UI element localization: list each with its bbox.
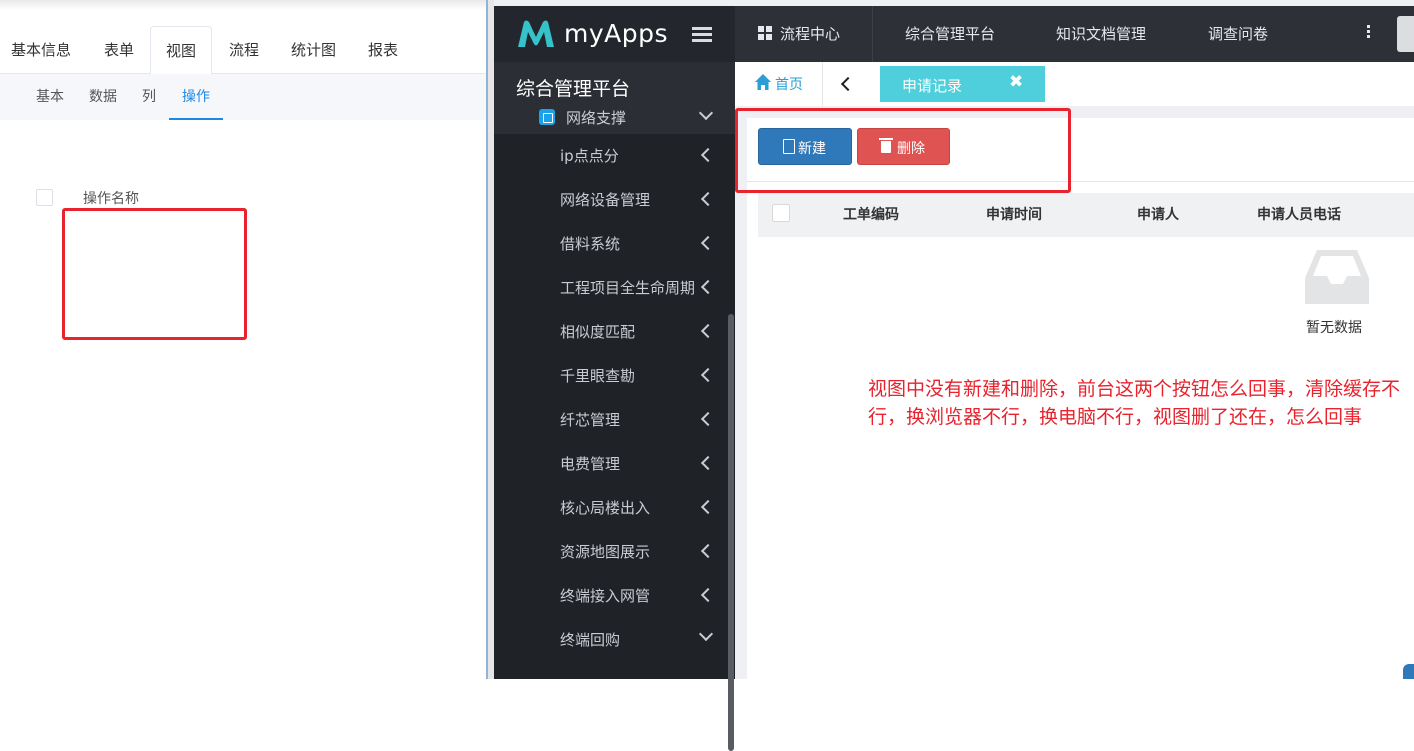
- highlight-action-buttons: [735, 108, 1071, 193]
- column-header-order-code[interactable]: 工单编码: [843, 204, 899, 224]
- chevron-down-icon: [698, 626, 714, 642]
- table-header: 工单编码 申请时间 申请人 申请人员电话: [758, 193, 1414, 237]
- chevron-left-icon: [700, 543, 716, 559]
- sidebar-item-label: ip点点分: [560, 147, 619, 165]
- home-icon: [755, 74, 771, 90]
- sidebar-item-label: 资源地图展示: [560, 543, 651, 561]
- annotation-note: 视图中没有新建和删除，前台这两个按钮怎么回事，清除缓存不行，换浏览器不行，换电脑…: [868, 378, 1401, 428]
- tab-form[interactable]: 表单: [104, 26, 134, 74]
- chevron-left-icon: [700, 191, 716, 207]
- sidebar-group-label: 网络支撑: [566, 109, 627, 127]
- sidebar-item-label: 电费管理: [560, 455, 621, 473]
- sidebar-item-label: 终端回购: [560, 631, 621, 649]
- sidebar-item-label: 纤芯管理: [560, 411, 621, 429]
- sidebar-item[interactable]: ip点点分: [494, 134, 728, 178]
- page-tab-bar: 首页 申请记录 ✖: [735, 62, 1414, 106]
- view-designer-panel: 基本信息 表单 视图 流程 统计图 报表 基本 数据 列 操作 操作名称: [0, 0, 486, 679]
- grid-icon: [758, 26, 772, 40]
- sidebar-item[interactable]: 资源地图展示: [494, 530, 728, 574]
- empty-state-text: 暂无数据: [1306, 320, 1362, 336]
- tab-statistics-chart[interactable]: 统计图: [291, 26, 336, 74]
- tab-scroll-left-button[interactable]: [823, 62, 873, 106]
- view-subtabs: 基本 数据 列 操作: [0, 74, 486, 120]
- select-all-checkbox[interactable]: [36, 189, 53, 206]
- chevron-left-icon: [700, 455, 716, 471]
- nav-label: 流程中心: [780, 25, 841, 43]
- sidebar-item[interactable]: 电费管理: [494, 442, 728, 486]
- home-label: 首页: [775, 77, 803, 93]
- sidebar-item[interactable]: 终端接入网管: [494, 574, 728, 618]
- sidebar-item-label: 网络设备管理: [560, 191, 651, 209]
- menu-toggle-icon[interactable]: [692, 27, 712, 43]
- subtab-data[interactable]: 数据: [89, 74, 117, 120]
- column-header-apply-time[interactable]: 申请时间: [986, 204, 1042, 224]
- window-divider: [486, 0, 494, 679]
- sidebar-item[interactable]: 核心局楼出入: [494, 486, 728, 530]
- tab-view[interactable]: 视图: [150, 26, 213, 75]
- column-header-applicant-phone[interactable]: 申请人员电话: [1257, 204, 1341, 224]
- sidebar-item-label: 工程项目全生命周期: [560, 279, 696, 297]
- sidebar-item-label: 核心局楼出入: [560, 499, 651, 517]
- subtab-operations[interactable]: 操作: [169, 74, 223, 120]
- chevron-down-icon: [698, 105, 714, 121]
- app-name: myApps: [564, 19, 669, 48]
- more-menu-icon[interactable]: [1367, 25, 1371, 40]
- tab-label: 申请记录: [902, 77, 963, 95]
- chevron-left-icon: [700, 323, 716, 339]
- sidebar-item[interactable]: 终端回购: [494, 618, 728, 662]
- nav-knowledge-docs[interactable]: 知识文档管理: [1056, 6, 1146, 62]
- sidebar-item[interactable]: 工程项目全生命周期: [494, 266, 728, 310]
- tab-flow[interactable]: 流程: [229, 26, 259, 74]
- sidebar-title: 综合管理平台: [516, 78, 631, 100]
- tab-basic-info[interactable]: 基本信息: [11, 26, 71, 74]
- subtab-columns[interactable]: 列: [142, 74, 156, 120]
- nav-survey[interactable]: 调查问卷: [1208, 6, 1268, 62]
- sidebar-item-label: 终端接入网管: [560, 587, 651, 605]
- chevron-left-icon: [700, 235, 716, 251]
- chevron-left-icon: [700, 411, 716, 427]
- column-header-applicant[interactable]: 申请人: [1137, 204, 1179, 224]
- chevron-left-icon: [700, 279, 716, 295]
- sidebar-item-label: 借料系统: [560, 235, 621, 253]
- cube-icon: [539, 109, 555, 125]
- close-icon[interactable]: ✖: [1009, 72, 1023, 92]
- designer-tabs: 基本信息 表单 视图 流程 统计图 报表: [0, 26, 486, 75]
- tab-report[interactable]: 报表: [368, 26, 398, 74]
- myapps-window: myApps 流程中心 综合管理平台 知识文档管理 调查问卷 综合管理平台 网络…: [494, 0, 1414, 751]
- window-edge-button[interactable]: [1397, 16, 1414, 52]
- corner-widget[interactable]: [1403, 664, 1414, 679]
- operation-name-header: 操作名称: [83, 191, 139, 207]
- nav-process-center[interactable]: 流程中心: [758, 6, 873, 62]
- chevron-left-icon: [700, 587, 716, 603]
- sidebar-item-label: 相似度匹配: [560, 323, 636, 341]
- chevron-left-icon: [700, 147, 716, 163]
- sidebar-item[interactable]: 纤芯管理: [494, 398, 728, 442]
- sidebar-group-network-support[interactable]: 网络支撑: [494, 102, 735, 134]
- logo-area: myApps: [494, 6, 735, 62]
- sidebar-item[interactable]: 网络设备管理: [494, 178, 728, 222]
- chevron-left-icon: [700, 499, 716, 515]
- sidebar: 综合管理平台 网络支撑 ip点点分 网络设备管理 借料系统 工程项目全生命周期 …: [494, 62, 735, 751]
- nav-integrated-platform[interactable]: 综合管理平台: [905, 6, 995, 62]
- sidebar-menu: ip点点分 网络设备管理 借料系统 工程项目全生命周期 相似度匹配 千里眼查勘 …: [494, 134, 735, 751]
- chevron-left-icon: [840, 76, 856, 92]
- subtab-basic[interactable]: 基本: [36, 74, 64, 120]
- sidebar-scrollbar[interactable]: [728, 314, 734, 751]
- myapps-logo-icon: [518, 20, 554, 47]
- sidebar-item-label: 千里眼查勘: [560, 367, 636, 385]
- select-all-checkbox[interactable]: [772, 204, 790, 222]
- sidebar-item[interactable]: 借料系统: [494, 222, 728, 266]
- highlight-empty-operations: [62, 208, 247, 340]
- tab-request-records[interactable]: 申请记录 ✖: [880, 66, 1045, 102]
- top-shadow: [0, 0, 486, 10]
- sidebar-item[interactable]: 相似度匹配: [494, 310, 728, 354]
- sidebar-item[interactable]: 千里眼查勘: [494, 354, 728, 398]
- home-tab[interactable]: 首页: [735, 62, 823, 106]
- chevron-left-icon: [700, 367, 716, 383]
- empty-inbox-icon: [1305, 250, 1369, 304]
